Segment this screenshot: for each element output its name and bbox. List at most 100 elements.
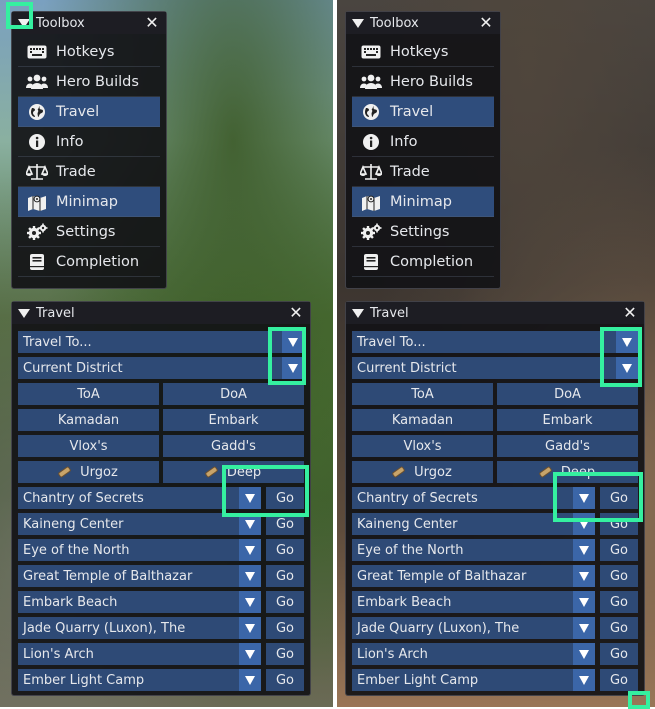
toolbox-item-travel[interactable]: Travel [18,97,160,127]
chevron-down-icon[interactable] [239,565,261,587]
toolbox-titlebar[interactable]: Toolbox ✕ [346,12,500,34]
go-button[interactable]: Go [600,487,638,509]
close-icon[interactable]: ✕ [144,15,160,31]
toolbox-item-settings[interactable]: Settings [18,217,160,247]
toolbox-item-settings[interactable]: Settings [352,217,494,247]
toolbox-item-minimap[interactable]: Minimap [18,187,160,217]
toolbox-item-completion[interactable]: Completion [352,247,494,277]
favorite-destination-dropdown[interactable]: Ember Light Camp [18,669,261,691]
go-button[interactable]: Go [266,539,304,561]
quick-travel-urgoz[interactable]: Urgoz [352,461,493,483]
chevron-down-icon[interactable] [616,357,638,379]
chevron-down-icon[interactable] [616,331,638,353]
chevron-down-icon[interactable] [573,539,595,561]
favorite-destination-dropdown[interactable]: Eye of the North [18,539,261,561]
toolbox-item-minimap[interactable]: Minimap [352,187,494,217]
quick-travel-kamadan[interactable]: Kamadan [18,409,159,431]
quick-travel-toa[interactable]: ToA [352,383,493,405]
favorite-destination-dropdown[interactable]: Kaineng Center [352,513,595,535]
go-button[interactable]: Go [600,565,638,587]
favorite-destination-dropdown[interactable]: Chantry of Secrets [18,487,261,509]
quick-travel-doa[interactable]: DoA [497,383,638,405]
toolbox-item-trade[interactable]: Trade [18,157,160,187]
collapse-triangle-icon[interactable] [18,308,30,318]
quick-travel-deep[interactable]: Deep [497,461,638,483]
toolbox-item-completion[interactable]: Completion [18,247,160,277]
travel-to-dropdown[interactable]: Travel To... [18,331,304,353]
go-button[interactable]: Go [600,617,638,639]
favorite-destination-dropdown[interactable]: Kaineng Center [18,513,261,535]
close-icon[interactable]: ✕ [288,305,304,321]
chevron-down-icon[interactable] [239,539,261,561]
go-button[interactable]: Go [266,617,304,639]
chevron-down-icon[interactable] [282,357,304,379]
favorite-destination-dropdown[interactable]: Ember Light Camp [352,669,595,691]
favorite-destination-dropdown[interactable]: Jade Quarry (Luxon), The [18,617,261,639]
go-button[interactable]: Go [266,513,304,535]
chevron-down-icon[interactable] [573,565,595,587]
chevron-down-icon[interactable] [239,617,261,639]
go-button[interactable]: Go [600,643,638,665]
quick-travel-gadds[interactable]: Gadd's [163,435,304,457]
go-button[interactable]: Go [600,513,638,535]
favorite-destination-dropdown[interactable]: Embark Beach [18,591,261,613]
toolbox-item-hero-builds[interactable]: Hero Builds [18,67,160,97]
chevron-down-icon[interactable] [573,513,595,535]
go-button[interactable]: Go [600,539,638,561]
chevron-down-icon[interactable] [239,591,261,613]
travel-titlebar[interactable]: Travel ✕ [346,302,644,324]
toolbox-titlebar[interactable]: Toolbox ✕ [12,12,166,34]
travel-to-dropdown[interactable]: Travel To... [352,331,638,353]
toolbox-item-info[interactable]: Info [352,127,494,157]
favorite-destination-dropdown[interactable]: Great Temple of Balthazar [18,565,261,587]
quick-travel-deep[interactable]: Deep [163,461,304,483]
district-dropdown[interactable]: Current District [352,357,638,379]
toolbox-item-info[interactable]: Info [18,127,160,157]
quick-travel-vloxs[interactable]: Vlox's [18,435,159,457]
toolbox-item-hero-builds[interactable]: Hero Builds [352,67,494,97]
go-button[interactable]: Go [266,643,304,665]
go-button[interactable]: Go [600,669,638,691]
quick-travel-urgoz[interactable]: Urgoz [18,461,159,483]
collapse-triangle-icon[interactable] [352,308,364,318]
chevron-down-icon[interactable] [282,331,304,353]
chevron-down-icon[interactable] [573,669,595,691]
favorite-destination-dropdown[interactable]: Jade Quarry (Luxon), The [352,617,595,639]
quick-travel-toa[interactable]: ToA [18,383,159,405]
chevron-down-icon[interactable] [573,617,595,639]
go-button[interactable]: Go [266,591,304,613]
district-dropdown[interactable]: Current District [18,357,304,379]
favorite-destination-dropdown[interactable]: Chantry of Secrets [352,487,595,509]
chevron-down-icon[interactable] [573,643,595,665]
close-icon[interactable]: ✕ [622,305,638,321]
favorite-destination-dropdown[interactable]: Lion's Arch [18,643,261,665]
collapse-triangle-icon[interactable] [352,18,364,28]
quick-travel-kamadan[interactable]: Kamadan [352,409,493,431]
collapse-triangle-icon[interactable] [18,18,30,28]
toolbox-item-trade[interactable]: Trade [352,157,494,187]
quick-travel-vloxs[interactable]: Vlox's [352,435,493,457]
travel-titlebar[interactable]: Travel ✕ [12,302,310,324]
go-button[interactable]: Go [266,487,304,509]
toolbox-item-travel[interactable]: Travel [352,97,494,127]
toolbox-item-hotkeys[interactable]: Hotkeys [352,37,494,67]
favorite-destination-dropdown[interactable]: Lion's Arch [352,643,595,665]
chevron-down-icon[interactable] [239,669,261,691]
quick-travel-doa[interactable]: DoA [163,383,304,405]
quick-travel-gadds[interactable]: Gadd's [497,435,638,457]
favorite-destination-dropdown[interactable]: Great Temple of Balthazar [352,565,595,587]
chevron-down-icon[interactable] [573,591,595,613]
quick-travel-embark[interactable]: Embark [497,409,638,431]
close-icon[interactable]: ✕ [478,15,494,31]
go-button[interactable]: Go [266,669,304,691]
chevron-down-icon[interactable] [239,487,261,509]
favorite-destination-dropdown[interactable]: Embark Beach [352,591,595,613]
toolbox-item-hotkeys[interactable]: Hotkeys [18,37,160,67]
quick-travel-embark[interactable]: Embark [163,409,304,431]
chevron-down-icon[interactable] [239,643,261,665]
favorite-destination-dropdown[interactable]: Eye of the North [352,539,595,561]
go-button[interactable]: Go [266,565,304,587]
chevron-down-icon[interactable] [239,513,261,535]
go-button[interactable]: Go [600,591,638,613]
chevron-down-icon[interactable] [573,487,595,509]
